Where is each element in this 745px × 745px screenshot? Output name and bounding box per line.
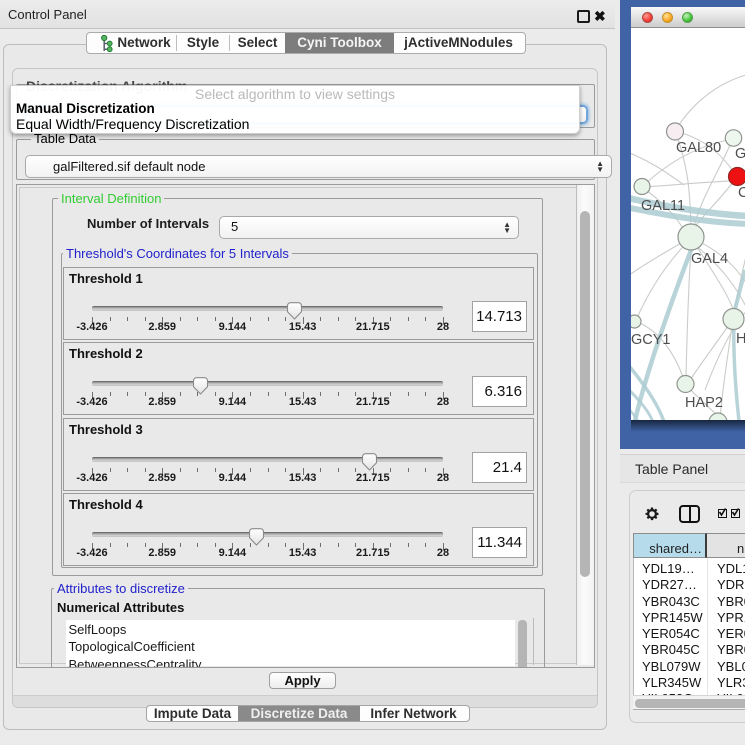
svg-text:GAL11: GAL11 [641, 198, 685, 214]
svg-text:H: H [736, 331, 745, 347]
svg-text:HAP2: HAP2 [685, 395, 723, 411]
svg-text:C: C [738, 185, 745, 201]
svg-text:GAL4: GAL4 [691, 251, 728, 267]
svg-text:GCY1: GCY1 [631, 332, 671, 348]
svg-text:GA: GA [735, 146, 745, 162]
svg-text:GAL80: GAL80 [676, 140, 721, 156]
